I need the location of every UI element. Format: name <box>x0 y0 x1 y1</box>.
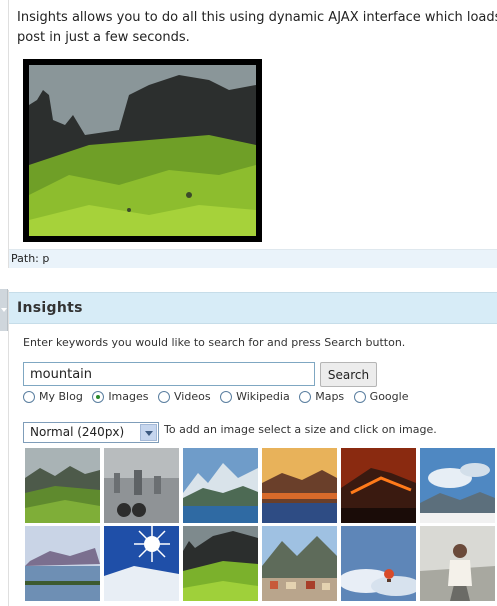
path-bar: Path: p <box>9 249 497 268</box>
image-thumbnail <box>262 448 337 523</box>
image-thumbnail <box>262 526 337 601</box>
image-thumbnail <box>104 526 179 601</box>
insights-header[interactable]: Insights <box>9 292 497 324</box>
thumbnail-sunset-mountains[interactable] <box>262 448 337 523</box>
thumbnail-road-portrait[interactable] <box>420 526 495 601</box>
image-thumbnail <box>420 448 495 523</box>
search-instructions: Enter keywords you would like to search … <box>23 336 406 349</box>
image-thumbnail <box>420 526 495 601</box>
thumbnail-storr-green-valley[interactable] <box>183 526 258 601</box>
source-label: Images <box>108 390 149 403</box>
radio-wikipedia[interactable] <box>220 390 233 403</box>
thumbnail-volcano-night[interactable] <box>341 448 416 523</box>
insights-box: Insights Enter keywords you would like t… <box>8 290 497 606</box>
radio-videos[interactable] <box>158 390 170 403</box>
inserted-image[interactable] <box>23 59 262 242</box>
insights-title: Insights <box>17 300 83 316</box>
radio-my-blog[interactable] <box>23 390 35 403</box>
image-thumbnail <box>104 448 179 523</box>
source-images[interactable]: Images <box>92 390 149 403</box>
image-thumbnail <box>341 448 416 523</box>
path-label: Path: <box>11 252 39 265</box>
image-thumbnail <box>25 526 100 601</box>
thumbnail-snow-sunburst[interactable] <box>104 526 179 601</box>
radio-google[interactable] <box>353 390 366 403</box>
search-source-group: My Blog Images Videos Wikipedia Maps Goo… <box>23 390 414 408</box>
thumbnail-balloon-clouds[interactable] <box>341 526 416 601</box>
source-label: Google <box>369 390 409 403</box>
source-label: Wikipedia <box>236 390 290 403</box>
source-my-blog[interactable]: My Blog <box>23 390 83 403</box>
path-value[interactable]: p <box>42 252 49 265</box>
thumbnail-cloudy-sky-mountains[interactable] <box>420 448 495 523</box>
radio-images[interactable] <box>92 390 105 403</box>
source-label: Videos <box>174 390 211 403</box>
editor-text-line-2: post in just a few seconds. <box>17 30 190 45</box>
image-thumbnail <box>25 448 100 523</box>
mountain-photo <box>29 65 256 236</box>
thumbnail-lake-mountain[interactable] <box>25 526 100 601</box>
source-google[interactable]: Google <box>353 390 409 403</box>
editor-content[interactable]: Insights allows you to do all this using… <box>17 8 497 48</box>
image-thumbnail <box>183 448 258 523</box>
source-wikipedia[interactable]: Wikipedia <box>220 390 290 403</box>
search-input[interactable] <box>23 362 315 386</box>
collapse-handle[interactable] <box>0 289 8 331</box>
size-hint: To add an image select a size and click … <box>164 423 437 436</box>
editor-panel: Insights allows you to do all this using… <box>8 0 497 268</box>
thumbnail-alpine-town[interactable] <box>262 526 337 601</box>
thumbnail-snowy-peaks-lake[interactable] <box>183 448 258 523</box>
source-videos[interactable]: Videos <box>158 390 211 403</box>
thumbnail-city-view[interactable] <box>104 448 179 523</box>
source-label: Maps <box>315 390 345 403</box>
source-maps[interactable]: Maps <box>299 390 344 403</box>
source-label: My Blog <box>39 390 83 403</box>
editor-text-line-1: Insights allows you to do all this using… <box>17 10 497 25</box>
image-size-select[interactable]: Normal (240px) <box>23 422 159 443</box>
thumbnail-green-valley[interactable] <box>25 448 100 523</box>
chevron-down-icon[interactable] <box>140 424 157 441</box>
image-thumbnail <box>183 526 258 601</box>
search-button[interactable]: Search <box>320 362 377 387</box>
image-thumbnail <box>341 526 416 601</box>
thumbnail-grid <box>25 448 497 606</box>
radio-maps[interactable] <box>299 390 312 403</box>
size-select-value: Normal (240px) <box>30 425 125 439</box>
